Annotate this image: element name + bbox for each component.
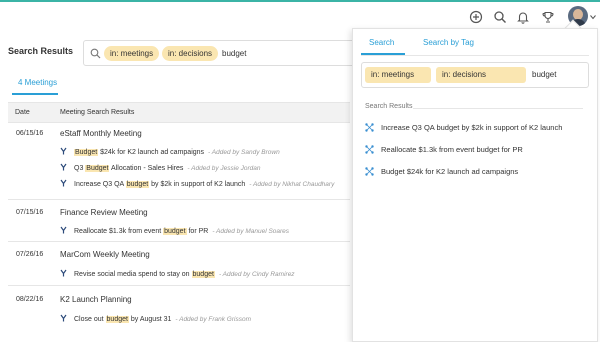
meeting-date: 07/26/16: [16, 251, 44, 258]
panel-tab-underline: [361, 53, 405, 55]
table-header: Date Meeting Search Results: [8, 102, 350, 122]
page-title: Search Results: [8, 46, 74, 56]
decision-tree-icon: [365, 145, 374, 154]
decision-icon: [60, 163, 67, 171]
panel-section-label: Search Results: [365, 103, 413, 110]
item-text-after: $24k for K2 launch ad campaigns: [98, 149, 205, 156]
panel-search-input[interactable]: in: meetings in: decisions budget: [361, 62, 589, 88]
decision-icon: [60, 179, 67, 187]
highlight-term: Budget: [74, 149, 99, 156]
search-icon[interactable]: [493, 10, 507, 24]
table-row: 08/22/16 K2 Launch Planning Close out bu…: [8, 285, 350, 333]
item-text-after: for PR: [186, 228, 209, 235]
top-accent-stripe: [0, 0, 600, 2]
item-text-before: Q3: [74, 165, 86, 172]
item-text-after: by $2k in support of K2 launch: [149, 181, 246, 188]
item-text-before: Revise social media spend to stay on: [74, 271, 192, 278]
item-text-before: Increase Q3 QA: [74, 181, 126, 188]
added-by: - Added by Jessie Jordan: [187, 165, 261, 172]
panel-search-term[interactable]: budget: [532, 67, 556, 83]
chevron-down-icon[interactable]: [590, 14, 596, 20]
meeting-date: 08/22/16: [16, 296, 44, 303]
decision-item[interactable]: Budget $24k for K2 launch ad campaigns - …: [60, 147, 280, 156]
panel-tabs-divider: [361, 55, 589, 56]
panel-chip-decisions[interactable]: in: decisions: [436, 67, 526, 83]
item-text-after: by August 31: [128, 316, 172, 323]
highlight-term: budget: [163, 228, 187, 235]
meeting-title[interactable]: Finance Review Meeting: [60, 208, 148, 217]
highlight-term: budget: [125, 181, 150, 188]
table-row: 07/15/16 Finance Review Meeting Realloca…: [8, 199, 350, 241]
search-bar[interactable]: in: meetings in: decisions budget: [83, 40, 383, 66]
meeting-date: 06/15/16: [16, 130, 44, 137]
meeting-title[interactable]: K2 Launch Planning: [60, 295, 132, 304]
highlight-term: Budget: [85, 165, 110, 172]
meeting-title[interactable]: eStaff Monthly Meeting: [60, 129, 142, 138]
search-chip-decisions[interactable]: in: decisions: [162, 46, 219, 61]
search-term[interactable]: budget: [222, 46, 246, 61]
panel-section-divider: [413, 108, 583, 109]
added-by: - Added by Cindy Ramirez: [218, 271, 295, 278]
decision-icon: [60, 147, 67, 155]
decision-item[interactable]: Revise social media spend to stay on bud…: [60, 269, 295, 278]
added-by: - Added by Nikhat Chaudhary: [249, 181, 335, 188]
panel-result-text: Budget $24k for K2 launch ad campaigns: [381, 167, 519, 176]
tab-underline: [12, 93, 58, 95]
decision-item[interactable]: Increase Q3 QA budget by $2k in support …: [60, 179, 334, 188]
decision-tree-icon: [365, 123, 374, 132]
panel-result-item[interactable]: Budget $24k for K2 launch ad campaigns: [365, 167, 518, 176]
tab-search[interactable]: Search: [369, 38, 394, 47]
added-by: - Added by Frank Grissom: [175, 316, 251, 323]
highlight-term: budget: [191, 271, 215, 278]
search-dropdown-panel: Search Search by Tag in: meetings in: de…: [352, 28, 598, 342]
panel-chip-meetings[interactable]: in: meetings: [365, 67, 431, 83]
add-circle-icon[interactable]: [469, 10, 483, 24]
tab-meetings[interactable]: 4 Meetings: [18, 78, 57, 87]
highlight-term: budget: [105, 316, 129, 323]
decision-icon: [60, 226, 67, 234]
table-row: 06/15/16 eStaff Monthly Meeting Budget $…: [8, 122, 350, 199]
added-by: - Added by Sandy Brown: [208, 149, 280, 156]
meeting-title[interactable]: MarCom Weekly Meeting: [60, 250, 150, 259]
panel-result-text: Increase Q3 QA budget by $2k in support …: [381, 123, 563, 132]
column-header-results: Meeting Search Results: [60, 109, 135, 116]
search-icon: [90, 48, 101, 59]
panel-result-item[interactable]: Increase Q3 QA budget by $2k in support …: [365, 123, 562, 132]
tab-search-by-tag[interactable]: Search by Tag: [423, 38, 474, 47]
decision-icon: [60, 314, 67, 322]
trophy-icon[interactable]: [541, 10, 555, 24]
added-by: - Added by Manuel Soares: [212, 228, 290, 235]
meeting-date: 07/15/16: [16, 209, 44, 216]
panel-result-text: Reallocate $1.3k from event budget for P…: [381, 145, 523, 154]
bell-icon[interactable]: [516, 10, 530, 24]
decision-item[interactable]: Reallocate $1.3k from event budget for P…: [60, 226, 289, 235]
panel-result-item[interactable]: Reallocate $1.3k from event budget for P…: [365, 145, 523, 154]
item-text-before: Reallocate $1.3k from event: [74, 228, 164, 235]
decision-icon: [60, 269, 67, 277]
search-chip-meetings[interactable]: in: meetings: [104, 46, 160, 61]
decision-item[interactable]: Close out budget by August 31- Added by …: [60, 314, 251, 323]
item-text-before: Close out: [74, 316, 106, 323]
decision-item[interactable]: Q3 Budget Allocation - Sales Hires - Adde…: [60, 163, 261, 172]
decision-tree-icon: [365, 167, 374, 176]
item-text-after: Allocation - Sales Hires: [109, 165, 184, 172]
column-header-date: Date: [15, 109, 30, 116]
table-row: 07/26/16 MarCom Weekly Meeting Revise so…: [8, 241, 350, 285]
